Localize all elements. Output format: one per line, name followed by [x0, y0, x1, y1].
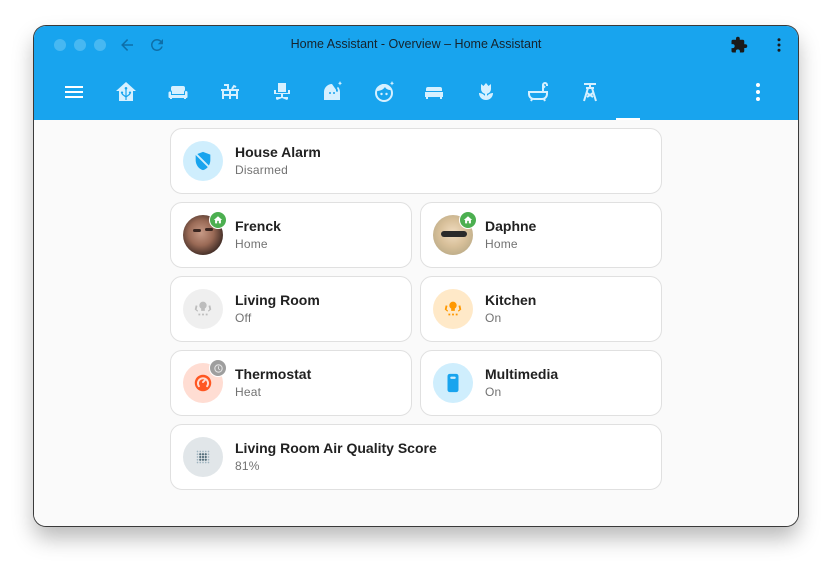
sofa-icon[interactable]: [166, 80, 190, 104]
tile-state: Home: [235, 237, 268, 251]
home-icon: [459, 211, 477, 229]
tile-card-multimedia[interactable]: Multimedia On: [420, 350, 662, 416]
tile-name: Daphne: [485, 218, 537, 234]
puzzle-icon[interactable]: [730, 36, 748, 54]
overflow-menu-icon[interactable]: [746, 80, 770, 104]
home-assistant-icon[interactable]: [114, 80, 138, 104]
shield-off-icon[interactable]: [183, 141, 223, 181]
window-title: Home Assistant - Overview – Home Assista…: [290, 37, 542, 51]
face-woman-shimmer-icon[interactable]: [320, 80, 344, 104]
browser-window: Home Assistant - Overview – Home Assista…: [34, 26, 798, 526]
bathtub-icon[interactable]: [526, 80, 550, 104]
tile-state: Disarmed: [235, 163, 288, 177]
tile-card-house-alarm[interactable]: House Alarm Disarmed: [170, 128, 662, 194]
browser-menu-icon[interactable]: [770, 36, 788, 54]
tile-card-living-room[interactable]: Living Room Off: [170, 276, 412, 342]
desk-icon[interactable]: [218, 80, 242, 104]
tile-state: On: [485, 311, 502, 325]
tile-card-thermostat[interactable]: Thermostat Heat: [170, 350, 412, 416]
home-icon: [209, 211, 227, 229]
tile-name: Multimedia: [485, 366, 559, 382]
bed-icon[interactable]: [422, 80, 446, 104]
tile-name: Thermostat: [235, 366, 312, 382]
tile-state: Home: [485, 237, 518, 251]
tile-name: Living Room Air Quality Score: [235, 440, 437, 456]
hamburger-menu-icon[interactable]: [62, 80, 86, 104]
tile-state: On: [485, 385, 502, 399]
tile-name: Living Room: [235, 292, 320, 308]
clock-icon: [209, 359, 227, 377]
transmission-tower-icon[interactable]: [578, 80, 602, 104]
ceiling-light-multiple-icon[interactable]: [433, 289, 473, 329]
face-man-shimmer-icon[interactable]: [372, 80, 396, 104]
tile-name: Kitchen: [485, 292, 537, 308]
ceiling-light-multiple-icon[interactable]: [183, 289, 223, 329]
tile-card-air-quality[interactable]: Living Room Air Quality Score 81%: [170, 424, 662, 490]
air-quality-dots-icon[interactable]: [183, 437, 223, 477]
tile-name: House Alarm: [235, 144, 321, 160]
tile-name: Frenck: [235, 218, 281, 234]
remote-icon[interactable]: [433, 363, 473, 403]
tile-card-kitchen[interactable]: Kitchen On: [420, 276, 662, 342]
tile-state: 81%: [235, 459, 260, 473]
title-bar: Home Assistant - Overview – Home Assista…: [34, 26, 798, 64]
tile-state: Off: [235, 311, 252, 325]
tile-state: Heat: [235, 385, 262, 399]
tile-card-daphne[interactable]: Daphne Home: [420, 202, 662, 268]
flower-tulip-icon[interactable]: [474, 80, 498, 104]
tile-card-frenck[interactable]: Frenck Home: [170, 202, 412, 268]
office-chair-icon[interactable]: [270, 80, 294, 104]
ha-toolbar: [34, 64, 798, 120]
dashboard-content: House Alarm Disarmed Frenck Home Daphne: [34, 120, 798, 526]
